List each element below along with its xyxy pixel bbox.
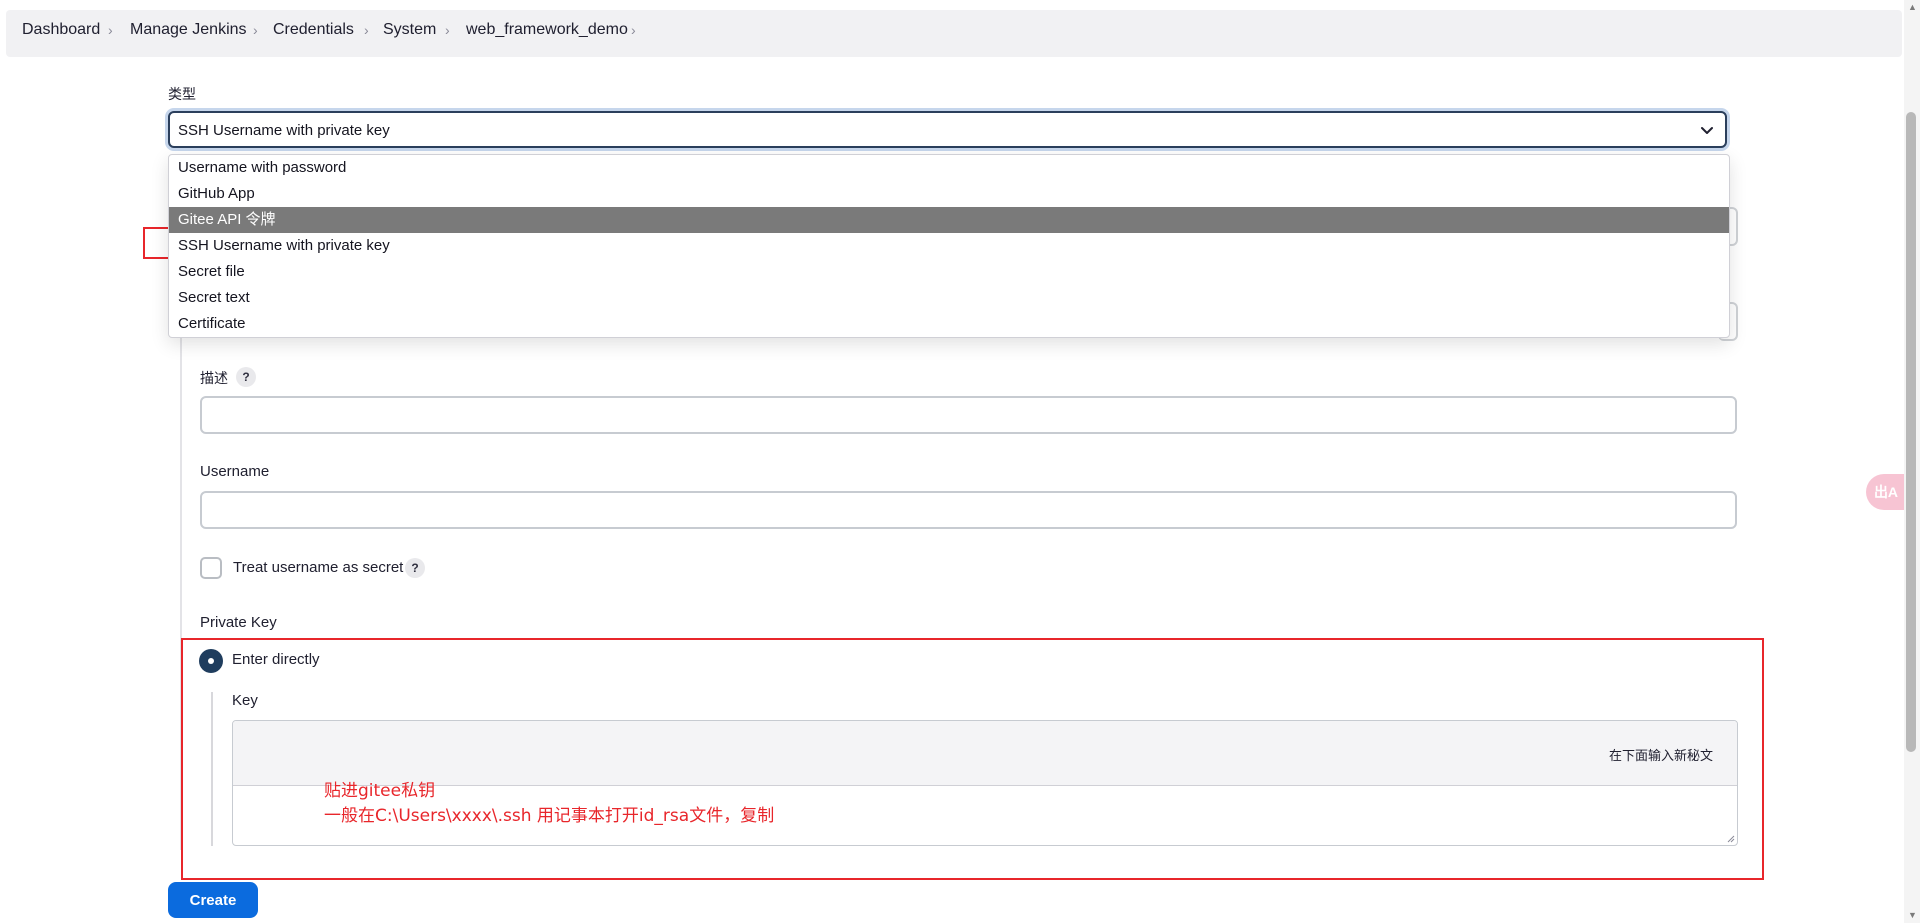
type-option-gitee-api-token[interactable]: Gitee API 令牌	[169, 207, 1729, 233]
type-option-username-password[interactable]: Username with password	[169, 155, 1729, 181]
type-option-secret-file[interactable]: Secret file	[169, 259, 1729, 285]
type-option-ssh-private-key[interactable]: SSH Username with private key	[169, 233, 1729, 259]
type-option-github-app[interactable]: GitHub App	[169, 181, 1729, 207]
translate-widget-icon[interactable]: 出A	[1866, 474, 1906, 510]
scroll-down-icon[interactable]: ▼	[1908, 910, 1917, 920]
annotation-paste-line1: 贴进gitee私钥	[324, 781, 436, 801]
scroll-up-icon[interactable]: ▲	[1908, 2, 1917, 12]
annotation-box-private-key	[181, 638, 1764, 880]
type-option-certificate[interactable]: Certificate	[169, 311, 1729, 337]
type-dropdown-list[interactable]: Username with password GitHub App Gitee …	[168, 154, 1730, 338]
scrollbar-thumb[interactable]	[1906, 112, 1916, 752]
type-option-secret-text[interactable]: Secret text	[169, 285, 1729, 311]
annotation-paste-line2: 一般在C:\Users\xxxx\.ssh 用记事本打开id_rsa文件，复制	[324, 806, 775, 826]
